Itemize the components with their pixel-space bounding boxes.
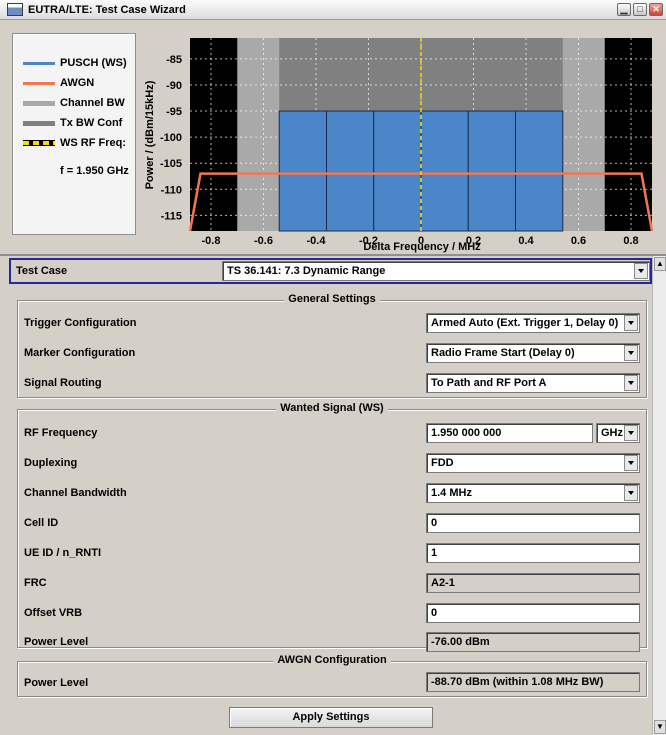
close-button[interactable]: ✕ bbox=[649, 3, 663, 16]
maximize-button[interactable]: □ bbox=[633, 3, 647, 16]
rf-frequency-label: RF Frequency bbox=[24, 427, 98, 439]
pusch-block bbox=[326, 110, 375, 232]
awgn-power-level-value: -88.70 dBm (within 1.08 MHz BW) bbox=[426, 672, 640, 692]
awgn-configuration-title: AWGN Configuration bbox=[273, 654, 391, 666]
y-tick-label: -95 bbox=[166, 106, 182, 118]
x-axis-label: Delta Frequency / MHz bbox=[363, 241, 481, 253]
chevron-down-icon[interactable] bbox=[624, 345, 638, 361]
rf-frequency-input[interactable]: 1.950 000 000 bbox=[426, 423, 593, 443]
pusch-block bbox=[515, 110, 564, 232]
spectrum-display: PUSCH (WS) AWGN Channel BW Tx BW Conf WS… bbox=[0, 20, 666, 254]
ue-id-input[interactable]: 1 bbox=[426, 543, 640, 563]
signal-routing-label: Signal Routing bbox=[24, 377, 102, 389]
app-icon bbox=[7, 3, 23, 16]
scroll-up-icon[interactable]: ▲ bbox=[654, 257, 666, 271]
x-tick-label: -0.6 bbox=[254, 235, 273, 247]
duplexing-label: Duplexing bbox=[24, 457, 78, 469]
y-tick-label: -90 bbox=[166, 80, 182, 92]
pusch-block bbox=[467, 110, 516, 232]
ws-power-level-value: -76.00 dBm bbox=[426, 632, 640, 652]
trigger-configuration-label: Trigger Configuration bbox=[24, 317, 137, 329]
vertical-scrollbar[interactable]: ▲ ▼ bbox=[652, 256, 666, 735]
apply-settings-button[interactable]: Apply Settings bbox=[229, 707, 433, 728]
chevron-down-icon[interactable] bbox=[624, 315, 638, 331]
general-settings-title: General Settings bbox=[284, 293, 380, 305]
channel-bandwidth-label: Channel Bandwidth bbox=[24, 487, 127, 499]
offset-vrb-input[interactable]: 0 bbox=[426, 603, 640, 623]
chevron-down-icon[interactable] bbox=[634, 263, 648, 279]
wanted-signal-title: Wanted Signal (WS) bbox=[276, 402, 388, 414]
settings-panel: Test Case TS 36.141: 7.3 Dynamic Range G… bbox=[0, 256, 652, 735]
x-tick-label: 0.8 bbox=[623, 235, 638, 247]
frc-label: FRC bbox=[24, 577, 47, 589]
title-bar: EUTRA/LTE: Test Case Wizard ▁ □ ✕ bbox=[0, 0, 666, 20]
x-tick-label: 0.4 bbox=[518, 235, 534, 247]
trigger-configuration-select[interactable]: Armed Auto (Ext. Trigger 1, Delay 0) bbox=[426, 313, 640, 333]
window-title: EUTRA/LTE: Test Case Wizard bbox=[28, 3, 186, 16]
y-tick-label: -105 bbox=[160, 158, 182, 170]
x-tick-label: -0.8 bbox=[202, 235, 221, 247]
chevron-down-icon[interactable] bbox=[624, 455, 638, 471]
chevron-down-icon[interactable] bbox=[624, 485, 638, 501]
signal-routing-select[interactable]: To Path and RF Port A bbox=[426, 373, 640, 393]
general-settings-group: General Settings Trigger Configuration A… bbox=[17, 293, 647, 398]
offset-vrb-label: Offset VRB bbox=[24, 607, 83, 619]
channel-bandwidth-select[interactable]: 1.4 MHz bbox=[426, 483, 640, 503]
pusch-block bbox=[373, 110, 422, 232]
rf-frequency-unit-select[interactable]: GHz bbox=[596, 423, 640, 443]
x-tick-label: 0.6 bbox=[571, 235, 586, 247]
y-tick-label: -100 bbox=[160, 132, 182, 144]
marker-configuration-select[interactable]: Radio Frame Start (Delay 0) bbox=[426, 343, 640, 363]
chevron-down-icon[interactable] bbox=[624, 425, 638, 441]
y-tick-label: -110 bbox=[161, 184, 182, 196]
frc-value: A2-1 bbox=[426, 573, 640, 593]
chevron-down-icon[interactable] bbox=[624, 375, 638, 391]
ue-id-label: UE ID / n_RNTI bbox=[24, 547, 102, 559]
wanted-signal-group: Wanted Signal (WS) RF Frequency 1.950 00… bbox=[17, 402, 647, 652]
pusch-block bbox=[278, 110, 327, 232]
cell-id-input[interactable]: 0 bbox=[426, 513, 640, 533]
spectrum-chart: -85-90-95-100-105-110-115-0.8 -0.6 -0.4 -0.… bbox=[144, 38, 654, 253]
marker-configuration-label: Marker Configuration bbox=[24, 347, 136, 359]
minimize-button[interactable]: ▁ bbox=[617, 3, 631, 16]
y-tick-label: -85 bbox=[166, 54, 182, 66]
y-tick-label: -115 bbox=[161, 210, 182, 222]
y-axis-label: Power / (dBm/15kHz) bbox=[144, 80, 156, 189]
awgn-power-level-label: Power Level bbox=[24, 677, 89, 689]
cell-id-label: Cell ID bbox=[24, 517, 59, 529]
test-case-label: Test Case bbox=[16, 265, 68, 277]
scroll-down-icon[interactable]: ▼ bbox=[654, 720, 666, 734]
awgn-configuration-group: AWGN Configuration Power Level -88.70 dB… bbox=[17, 654, 647, 697]
pusch-block bbox=[420, 110, 469, 232]
test-case-select[interactable]: TS 36.141: 7.3 Dynamic Range bbox=[222, 261, 650, 281]
ws-power-level-label: Power Level bbox=[24, 636, 89, 648]
duplexing-select[interactable]: FDD bbox=[426, 453, 640, 473]
test-case-row: Test Case TS 36.141: 7.3 Dynamic Range bbox=[9, 258, 652, 284]
x-tick-label: -0.4 bbox=[307, 235, 327, 247]
